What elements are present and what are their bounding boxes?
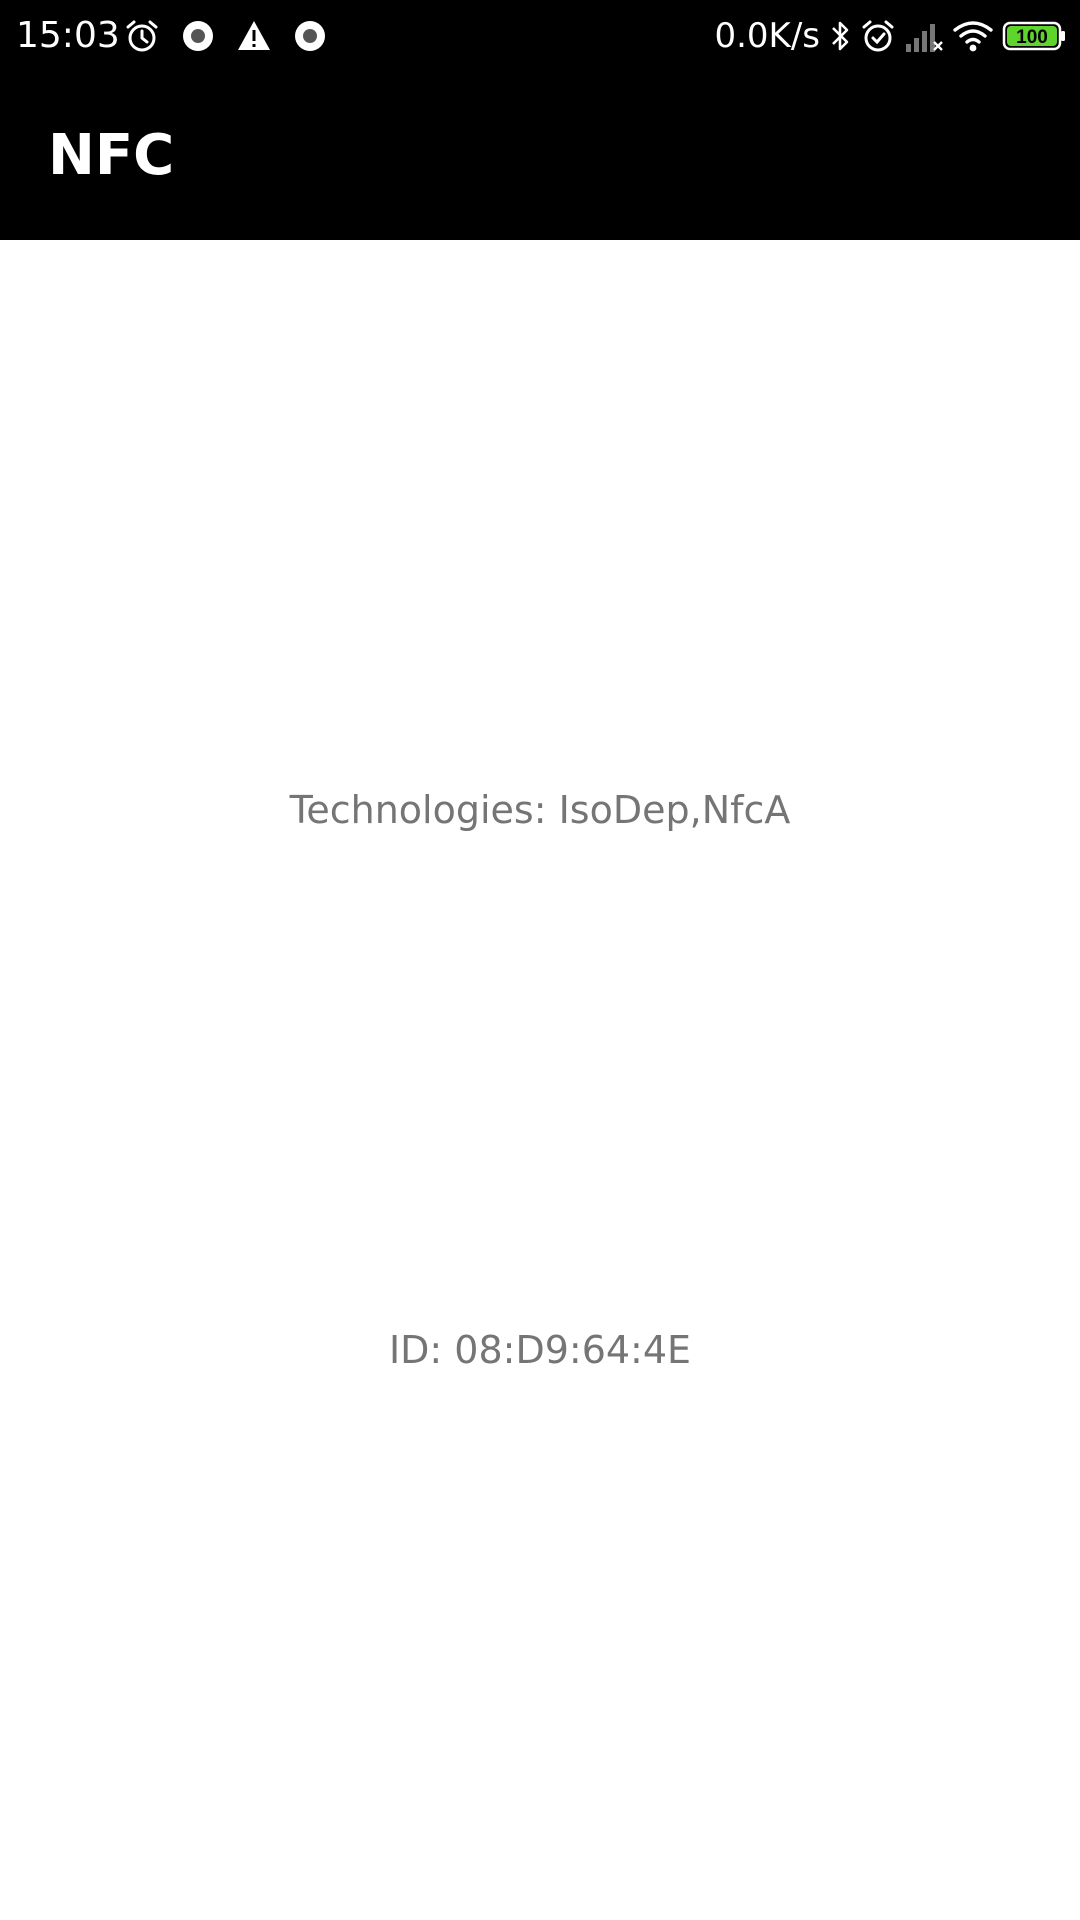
- status-bar: 15:03 0.0K/s 100: [0, 0, 1080, 72]
- page-title: NFC: [48, 123, 175, 188]
- record-icon: [292, 18, 328, 54]
- main-content: Technologies: IsoDep,NfcA ID: 08:D9:64:4…: [0, 240, 1080, 1920]
- app-bar: NFC: [0, 72, 1080, 240]
- tag-id-text: ID: 08:D9:64:4E: [388, 1328, 692, 1372]
- wifi-icon: [952, 18, 994, 54]
- technologies-text: Technologies: IsoDep,NfcA: [289, 788, 791, 832]
- alarm-icon: [860, 18, 896, 54]
- status-notification-icons: [124, 16, 328, 56]
- warning-icon: [236, 18, 272, 54]
- record-icon: [180, 18, 216, 54]
- network-speed: 0.0K/s: [714, 16, 820, 56]
- bluetooth-icon: [828, 17, 852, 55]
- status-system-icons: 0.0K/s 100: [714, 14, 1068, 58]
- battery-icon: 100: [1002, 20, 1068, 52]
- status-time: 15:03: [16, 15, 120, 56]
- battery-level: 100: [1016, 27, 1048, 48]
- signal-icon: [904, 18, 944, 54]
- alarm-icon: [124, 18, 160, 54]
